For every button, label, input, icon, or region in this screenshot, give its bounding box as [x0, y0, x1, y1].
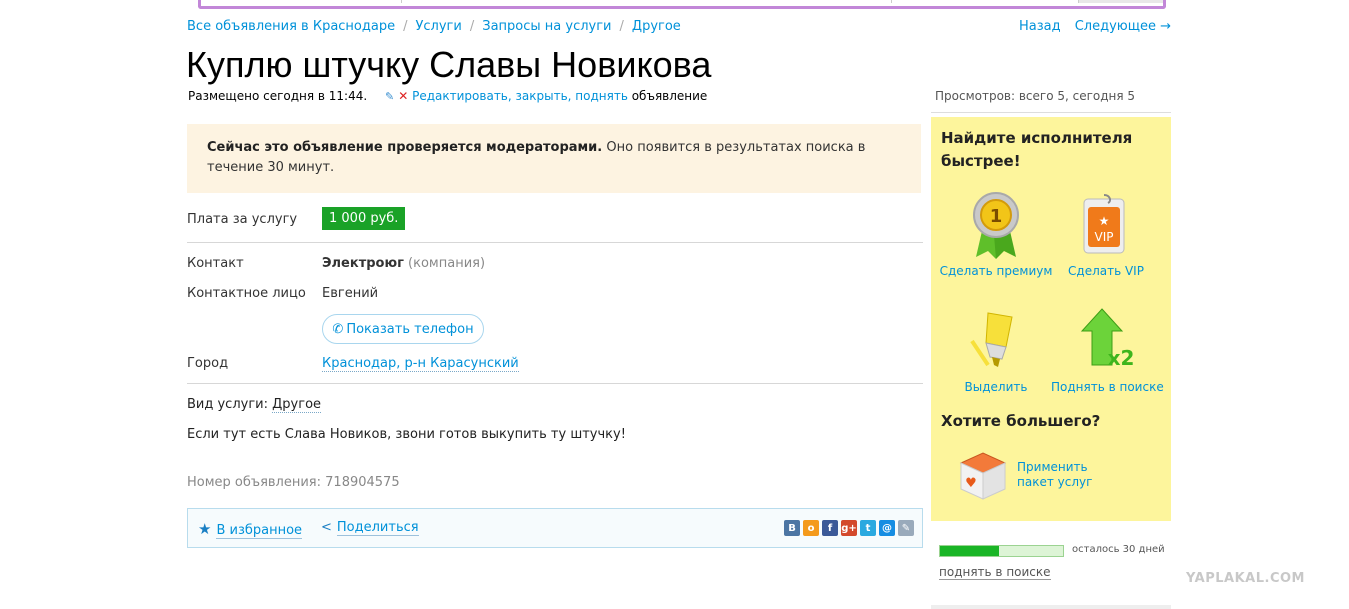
ad-navigation: Назад Следующее → — [1009, 19, 1171, 34]
favorites-button[interactable]: ★ В избранное — [198, 520, 303, 539]
ad-number: Номер объявления: 718904575 — [187, 475, 400, 490]
highlighter-icon — [970, 312, 1013, 367]
raise-option[interactable]: x2 Поднять в поиске — [1051, 307, 1164, 394]
gift-box-icon: ♥ — [959, 452, 1007, 500]
contact-name: Электроюг — [322, 256, 404, 271]
share-icon: < — [321, 520, 332, 535]
close-icon[interactable]: ✕ — [398, 89, 408, 103]
highlight-option[interactable]: Выделить — [939, 307, 1053, 394]
service-type: Вид услуги: Другое — [187, 397, 322, 413]
phone-icon: ✆ — [332, 321, 344, 337]
vk-icon[interactable]: B — [784, 520, 800, 536]
breadcrumb: Все объявления в Краснодаре / Услуги / Запро… — [187, 19, 681, 34]
service-type-label: Вид услуги: — [187, 397, 268, 412]
twitter-icon[interactable]: t — [860, 520, 876, 536]
social-buttons: Bо f g+ t @ ✎ — [784, 520, 914, 536]
medal-icon: 1 — [973, 192, 1019, 259]
raise-label: Поднять в поиске — [1051, 380, 1164, 394]
ad-number-label: Номер объявления: — [187, 475, 322, 490]
mailru-icon[interactable]: @ — [879, 520, 895, 536]
raise-in-search-link[interactable]: поднять в поиске — [939, 565, 1051, 580]
breadcrumb-other[interactable]: Другое — [632, 19, 681, 34]
share-bar: ★ В избранное < Поделиться Bо f g+ t @ ✎ — [187, 508, 923, 548]
breadcrumb-separator: / — [619, 19, 624, 34]
divider — [187, 242, 923, 243]
service-type-link[interactable]: Другое — [272, 397, 322, 413]
share-button[interactable]: < Поделиться — [321, 520, 419, 536]
price-badge: 1 000 руб. — [322, 207, 406, 230]
divider — [931, 112, 1171, 113]
favorites-label: В избранное — [216, 523, 303, 539]
manage-ad-suffix: объявление — [631, 89, 708, 103]
city-label: Город — [187, 356, 229, 371]
premium-option[interactable]: 1 Сделать премиум — [939, 191, 1053, 278]
package-label: Применить пакет услуг — [1017, 460, 1093, 489]
vip-label: Сделать VIP — [1068, 264, 1144, 278]
promo-title: Найдите исполнителя быстрее! — [941, 129, 1133, 170]
search-bar-divider — [401, 0, 402, 3]
city-link[interactable]: Краснодар, р-н Карасунский — [322, 356, 519, 372]
ad-number-value: 718904575 — [325, 475, 400, 490]
search-bar-remnant — [198, 0, 1166, 9]
vip-tag-icon: ★ VIP — [1083, 194, 1125, 254]
back-link[interactable]: Назад — [1019, 19, 1061, 34]
page-title: Куплю штучку Славы Новикова — [186, 44, 712, 85]
contact-label: Контакт — [187, 256, 244, 271]
pencil-icon[interactable]: ✎ — [385, 90, 394, 103]
arrow-up-icon: x2 — [1080, 308, 1134, 370]
price-value-wrap: 1 000 руб. — [322, 207, 406, 230]
breadcrumb-service-requests[interactable]: Запросы на услуги — [482, 19, 611, 34]
posted-info: Размещено сегодня в 11:44. ✎ ✕ Редактиров… — [188, 89, 707, 103]
contact-type: (компания) — [408, 256, 486, 271]
vip-star: ★ — [1099, 214, 1110, 228]
premium-label: Сделать премиум — [939, 264, 1053, 278]
facebook-icon[interactable]: f — [822, 520, 838, 536]
next-link[interactable]: Следующее → — [1075, 19, 1171, 34]
promo-progress-bar — [939, 545, 1064, 557]
divider — [187, 383, 923, 384]
price-label: Плата за услугу — [187, 212, 298, 227]
promo-panel: Найдите исполнителя быстрее! 1 Сделать п… — [931, 117, 1171, 521]
contact-value: Электроюг (компания) — [322, 256, 485, 271]
raise-multiplier: x2 — [1108, 346, 1134, 370]
days-remaining: осталось 30 дней — [1072, 544, 1165, 555]
posted-time: Размещено сегодня в 11:44. — [188, 89, 368, 103]
heart-icon: ♥ — [965, 476, 977, 491]
more-title: Хотите большего? — [941, 412, 1101, 430]
contact-person-value: Евгений — [322, 286, 379, 301]
breadcrumb-separator: / — [403, 19, 408, 34]
watermark: YAPLAKAL.COM — [1186, 571, 1305, 586]
contact-person-label: Контактное лицо — [187, 286, 306, 301]
sidebar-bottom-strip — [931, 605, 1171, 609]
star-icon: ★ — [198, 520, 212, 538]
promo-progress-fill — [940, 546, 1000, 556]
manage-ad-link[interactable]: Редактировать, закрыть, поднять — [412, 89, 628, 103]
vip-option[interactable]: ★ VIP Сделать VIP — [1051, 191, 1161, 278]
share-label: Поделиться — [336, 520, 419, 536]
odnoklassniki-icon[interactable]: о — [803, 520, 819, 536]
breadcrumb-services[interactable]: Услуги — [415, 19, 461, 34]
moderation-notice-bold: Сейчас это объявление проверяется модера… — [207, 140, 603, 155]
ad-description: Если тут есть Слава Новиков, звони готов… — [187, 427, 626, 442]
google-plus-icon[interactable]: g+ — [841, 520, 857, 536]
medal-number: 1 — [990, 206, 1003, 227]
search-button[interactable] — [1078, 0, 1163, 3]
package-option[interactable]: ♥ Применить пакет услуг — [957, 449, 1092, 505]
show-phone-label: Показать телефон — [346, 321, 474, 337]
livejournal-icon[interactable]: ✎ — [898, 520, 914, 536]
vip-badge-text: VIP — [1095, 230, 1114, 244]
show-phone-button[interactable]: ✆ Показать телефон — [322, 314, 484, 344]
views-counter: Просмотров: всего 5, сегодня 5 — [935, 89, 1136, 103]
highlight-label: Выделить — [964, 380, 1028, 394]
breadcrumb-separator: / — [469, 19, 475, 34]
breadcrumb-all-ads[interactable]: Все объявления в Краснодаре — [187, 19, 395, 34]
search-bar-divider — [891, 0, 892, 3]
moderation-notice: Сейчас это объявление проверяется модера… — [187, 124, 921, 193]
